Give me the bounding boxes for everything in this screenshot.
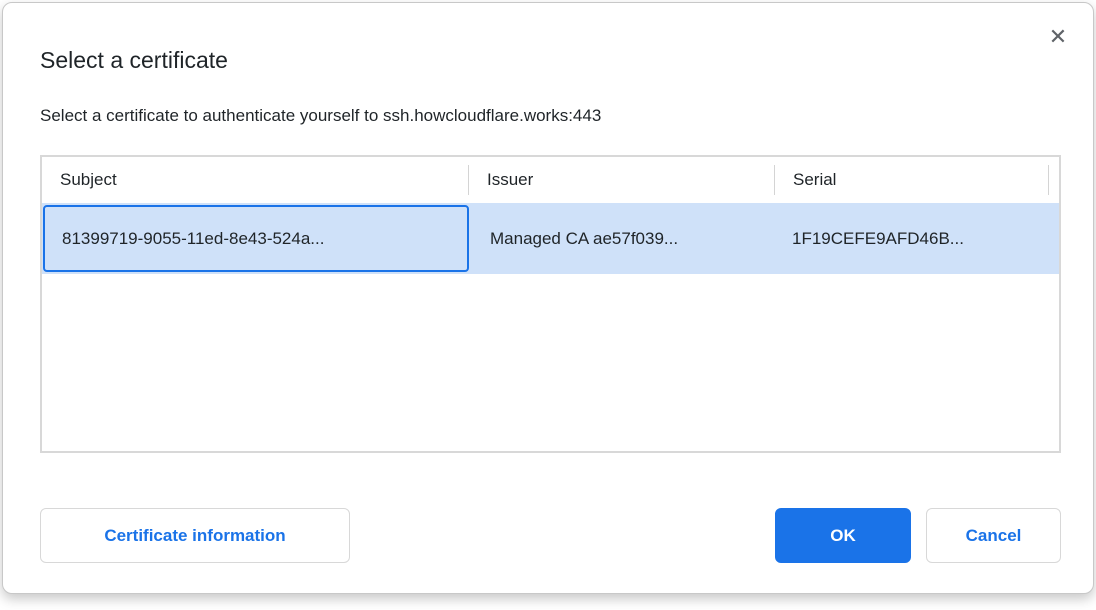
table-header-row: Subject Issuer Serial	[42, 157, 1059, 203]
certificate-table: Subject Issuer Serial 81399719-9055-11ed…	[40, 155, 1061, 453]
dialog-title: Select a certificate	[40, 47, 228, 74]
certificate-information-button[interactable]: Certificate information	[40, 508, 350, 563]
cancel-button[interactable]: Cancel	[926, 508, 1061, 563]
column-header-issuer: Issuer	[469, 157, 774, 203]
certificate-row[interactable]: 81399719-9055-11ed-8e43-524a... Managed …	[42, 203, 1059, 274]
column-header-serial: Serial	[775, 157, 1048, 203]
certificate-subject-cell[interactable]: 81399719-9055-11ed-8e43-524a...	[43, 205, 469, 272]
close-button[interactable]: ✕	[1041, 21, 1075, 55]
ok-button[interactable]: OK	[775, 508, 911, 563]
dialog-subtitle: Select a certificate to authenticate you…	[40, 106, 601, 126]
column-header-subject: Subject	[42, 157, 468, 203]
close-icon: ✕	[1049, 25, 1067, 50]
certificate-serial-cell: 1F19CEFE9AFD46B...	[774, 203, 1059, 274]
certificate-issuer-cell: Managed CA ae57f039...	[469, 203, 774, 274]
scrollbar-gutter	[1049, 157, 1059, 203]
certificate-picker-dialog: ✕ Select a certificate Select a certific…	[2, 2, 1094, 594]
